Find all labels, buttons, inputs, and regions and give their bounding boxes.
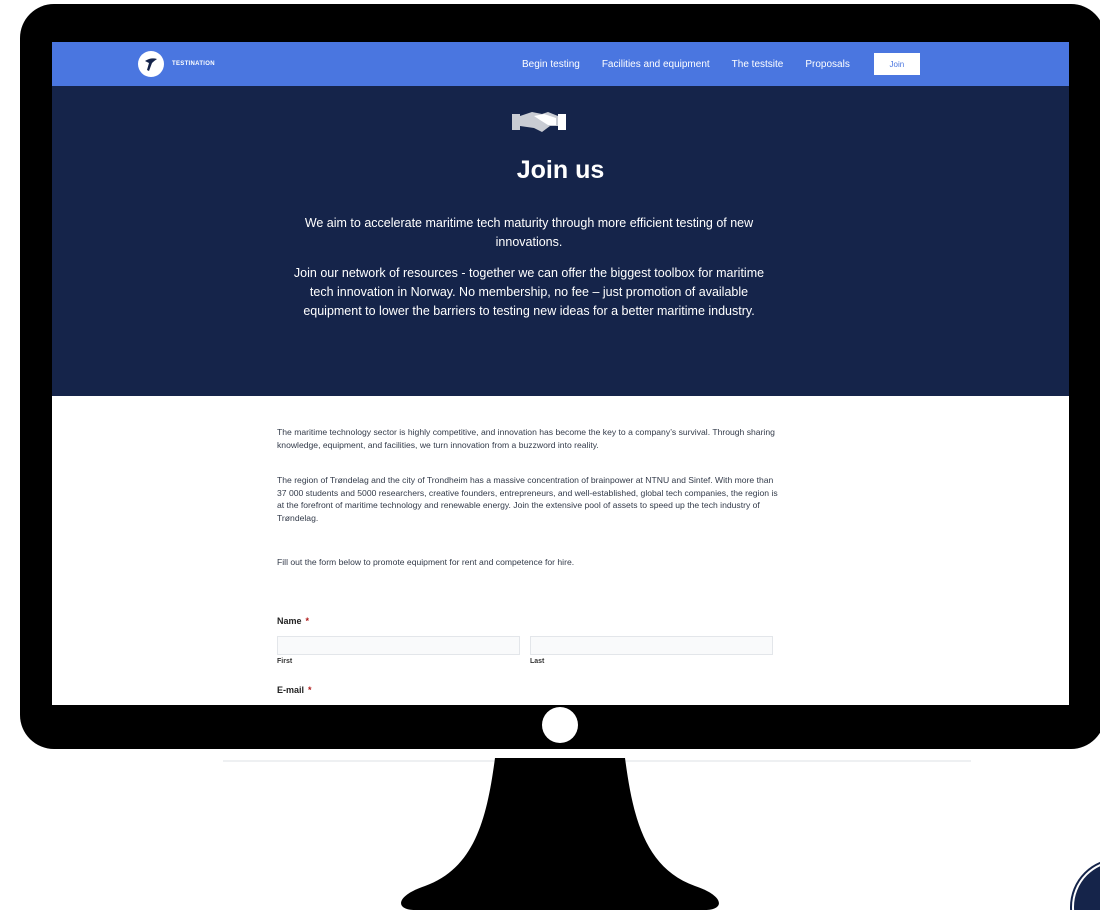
- first-name-sublabel: First: [277, 658, 293, 665]
- join-button[interactable]: Join: [873, 53, 920, 75]
- name-field-label: Name *: [277, 616, 309, 626]
- required-marker: *: [305, 616, 310, 626]
- nav-link-testsite[interactable]: The testsite: [732, 59, 784, 70]
- monitor-stand: [401, 758, 719, 910]
- nav-link-facilities[interactable]: Facilities and equipment: [602, 59, 710, 70]
- device-mockup: TESTINATION Begin testing Facilities and…: [0, 0, 1100, 910]
- top-nav: TESTINATION Begin testing Facilities and…: [52, 42, 1069, 86]
- hero-network-text: Join our network of resources - together…: [293, 266, 765, 318]
- nav-link-proposals[interactable]: Proposals: [805, 59, 849, 70]
- name-label-text: Name: [277, 616, 302, 626]
- last-name-input[interactable]: [530, 636, 773, 655]
- email-label-text: E-mail: [277, 685, 305, 695]
- nav-links: Begin testing Facilities and equipment T…: [522, 42, 920, 86]
- required-marker: *: [308, 685, 312, 695]
- body-paragraph-form-intro: Fill out the form below to promote equip…: [277, 557, 575, 567]
- nav-link-begin-testing[interactable]: Begin testing: [522, 59, 580, 70]
- hero-section: Join us We aim to accelerate maritime te…: [52, 86, 1069, 396]
- monitor-screen: TESTINATION Begin testing Facilities and…: [52, 42, 1069, 705]
- corner-badge: [1072, 860, 1100, 910]
- hero-intro-text: We aim to accelerate maritime tech matur…: [304, 216, 754, 249]
- monitor-camera-dot: [542, 707, 578, 743]
- last-name-sublabel: Last: [530, 658, 545, 665]
- site-logo[interactable]: TESTINATION: [138, 51, 215, 77]
- handshake-icon: [512, 106, 566, 134]
- testination-logo-icon: [138, 51, 164, 77]
- first-name-input[interactable]: [277, 636, 520, 655]
- body-paragraph-sector: The maritime technology sector is highly…: [277, 427, 775, 450]
- email-field-label: E-mail *: [277, 685, 312, 695]
- logo-text: TESTINATION: [172, 61, 215, 67]
- page-title: Join us: [516, 156, 605, 184]
- body-paragraph-region: The region of Trøndelag and the city of …: [277, 475, 778, 523]
